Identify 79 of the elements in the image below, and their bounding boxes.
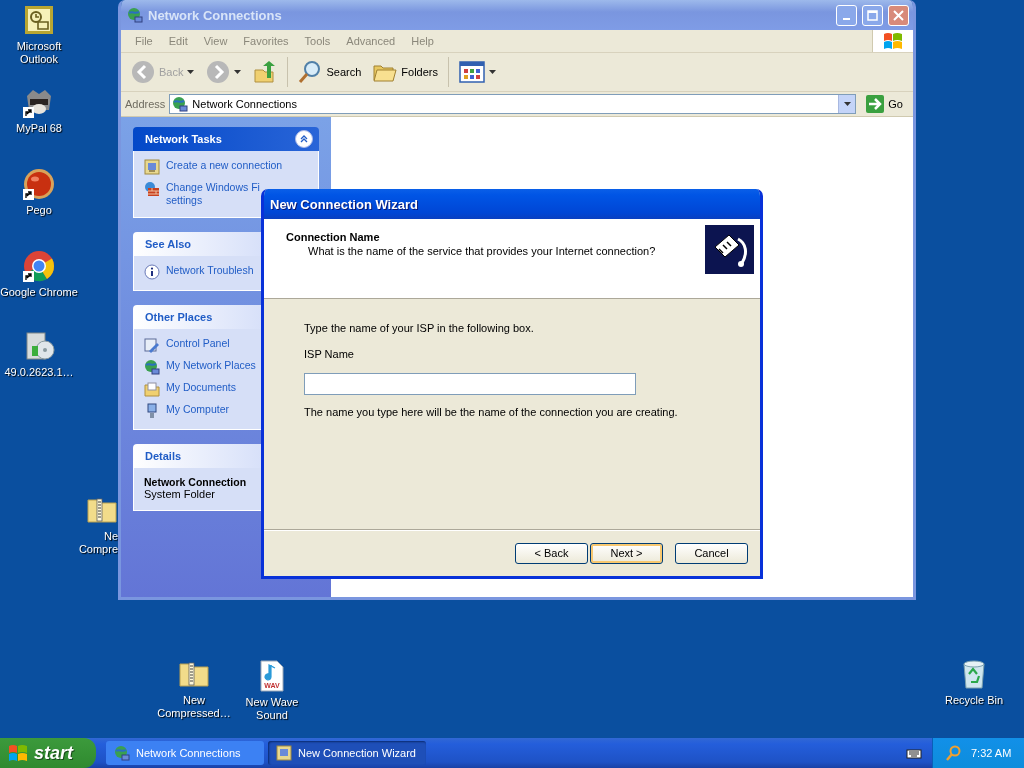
menu-item[interactable]: File	[127, 35, 161, 47]
network-plug-icon	[705, 225, 754, 274]
desktop-icon-label[interactable]: Recycle Bin	[944, 694, 1004, 707]
task-link[interactable]: Network Troublesh	[166, 264, 254, 277]
windows-flag-icon	[8, 744, 28, 762]
arrow-icon	[866, 95, 885, 113]
window-title: New Connection Wizard	[270, 196, 419, 212]
wizard-subheading: What is the name of the service that provides your Internet connection?	[307, 245, 657, 257]
menu-item[interactable]: View	[195, 35, 236, 47]
menu-item[interactable]: Favorites	[235, 35, 297, 47]
task-link[interactable]: My Computer	[166, 403, 229, 416]
folder-icon	[144, 381, 160, 397]
firewall-icon	[144, 181, 160, 197]
address-label: Address	[125, 98, 166, 110]
network-globe-icon	[127, 7, 143, 23]
dialog-button[interactable]: < Back	[515, 542, 588, 564]
task-link[interactable]: Control Panel	[166, 337, 230, 350]
minimize-icon	[843, 18, 850, 20]
taskbar-button[interactable]: Network Connections	[106, 741, 264, 765]
go-button[interactable]: Go	[860, 95, 909, 113]
dropdown-caret-icon	[843, 102, 851, 106]
maximize-icon	[867, 9, 878, 21]
toolbar-button[interactable]: Folders	[369, 58, 442, 86]
search-icon	[298, 60, 323, 84]
menu-item[interactable]: Help	[403, 35, 442, 47]
tricolor-ring-icon	[23, 250, 55, 282]
ball-icon	[23, 168, 55, 200]
panel-title[interactable]: Details	[145, 450, 182, 462]
desktop-icon-label[interactable]: New Compressed…	[154, 694, 234, 720]
toolbar-button[interactable]: Search	[294, 58, 366, 86]
task-link[interactable]: settings	[166, 194, 260, 207]
desktop-icon-label[interactable]: New Wave Sound	[232, 696, 312, 722]
network-globe-icon	[114, 745, 130, 761]
network-globe-icon	[144, 359, 160, 375]
chevron-up-icon	[300, 135, 308, 143]
dialog-button[interactable]: Next >	[590, 542, 663, 564]
close-icon	[893, 9, 904, 21]
menu-item[interactable]: Edit	[160, 35, 196, 47]
dialog-button[interactable]: Cancel	[675, 542, 748, 564]
control-panel-icon	[144, 337, 160, 353]
desktop-icon-label[interactable]: Pego	[26, 204, 52, 217]
desktop-icon-label[interactable]: Google Chrome	[0, 286, 78, 299]
note-text: The name you type here will be the name of the connection you are creating.	[304, 405, 679, 419]
menu-item[interactable]: Advanced	[338, 35, 404, 47]
desktop-icon-label[interactable]: MyPal 68	[16, 122, 62, 135]
panel-title[interactable]: See Also	[145, 238, 192, 250]
task-link[interactable]: My Documents	[166, 381, 237, 394]
wizard-heading: Connection Name	[286, 231, 381, 243]
field-label: ISP Name	[304, 347, 355, 361]
computer-icon	[144, 403, 160, 419]
views-icon	[459, 61, 485, 83]
desktop-icon-label[interactable]: Microsoft Outlook	[0, 40, 79, 66]
panel-title[interactable]: Other Places	[145, 311, 213, 323]
close-button[interactable]	[888, 4, 909, 26]
start-button[interactable]: start	[0, 738, 96, 768]
clock: 7:32 AM	[971, 747, 1012, 759]
network-globe-icon	[172, 96, 189, 112]
keyboard-icon[interactable]	[906, 747, 922, 759]
window-title: Network Connections	[148, 7, 283, 23]
wizard-icon	[276, 745, 292, 761]
collapse-button[interactable]	[295, 130, 313, 148]
desktop-icon-label[interactable]: 49.0.2623.1…	[4, 366, 74, 379]
desktop-icon-label[interactable]: Ne Compre	[74, 530, 118, 556]
maximize-button[interactable]	[862, 4, 883, 26]
search-icon[interactable]	[945, 745, 961, 761]
details-name: Network Connection	[144, 476, 248, 488]
connection-icon	[144, 159, 160, 175]
task-link[interactable]: Create a new connection	[166, 159, 283, 172]
task-link[interactable]: Change Windows Fi	[166, 181, 260, 194]
isp-name-field[interactable]	[304, 373, 636, 395]
windows-flag-icon	[883, 32, 903, 50]
info-icon	[144, 264, 160, 280]
address-field[interactable]: Network Connections	[169, 94, 857, 114]
menu-item[interactable]: Tools	[296, 35, 339, 47]
details-type: System Folder	[144, 488, 216, 500]
minimize-button[interactable]	[836, 4, 857, 26]
taskbar-button[interactable]: New Connection Wizard	[268, 741, 426, 765]
task-link[interactable]: My Network Places	[166, 359, 256, 372]
instruction-text: Type the name of your ISP in the following box.	[304, 321, 535, 335]
